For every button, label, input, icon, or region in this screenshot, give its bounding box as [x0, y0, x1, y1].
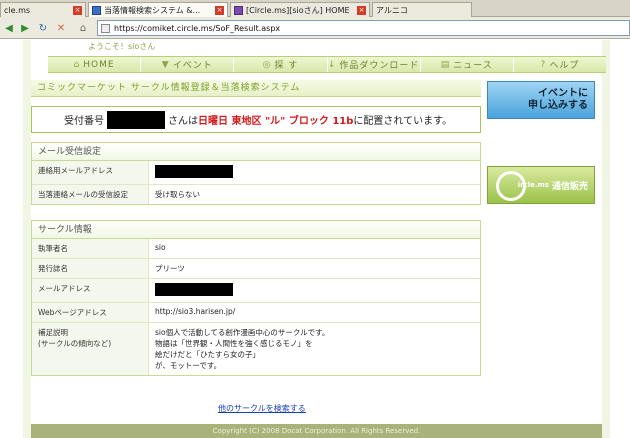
- redacted-block: [155, 283, 233, 296]
- tab-label: [Circle.ms][sioさん] HOME: [246, 5, 350, 15]
- nav-item-help[interactable]: ? ヘルプ: [514, 57, 606, 72]
- reload-icon[interactable]: ↻: [36, 21, 50, 35]
- table-row: Webページアドレス http://sio3.harisen.jp/: [32, 303, 480, 323]
- search-other-circles-link[interactable]: 他のサークルを検索する: [218, 403, 306, 414]
- table-row: 連絡用メールアドレス: [32, 161, 480, 185]
- address-bar[interactable]: https://comiket.circle.ms/SoF_Result.asp…: [97, 20, 630, 36]
- browser-tab-2[interactable]: [Circle.ms][sioさん] HOME ×: [230, 2, 370, 17]
- close-icon[interactable]: ×: [215, 5, 224, 15]
- result-mid: さんは: [168, 116, 198, 127]
- result-suffix: に配置されています。: [353, 116, 453, 127]
- nav-label: ニュース: [453, 61, 493, 71]
- row-label: 補足説明 (サークルの傾向など): [32, 323, 149, 375]
- help-icon: ?: [540, 59, 547, 70]
- event-apply-banner[interactable]: イベントに 申し込みする: [487, 81, 595, 119]
- table-row: 執筆者名 sio: [32, 239, 480, 259]
- mail-order-banner[interactable]: ircle.ms 通信販売: [487, 166, 595, 204]
- browser-tab-0[interactable]: cle.ms ×: [0, 2, 86, 17]
- row-value: sio個人で活動してる創作漫画中心のサークルです。 物語は「世界観・人間性を強く…: [155, 328, 330, 370]
- row-value: http://sio3.harisen.jp/: [155, 307, 236, 316]
- table-row: 補足説明 (サークルの傾向など) sio個人で活動してる創作漫画中心のサークルで…: [32, 323, 480, 375]
- url-text: https://comiket.circle.ms/SoF_Result.asp…: [114, 23, 281, 33]
- nav-item-home[interactable]: ⌂ HOME: [48, 57, 142, 72]
- site-nav: ⌂ HOME ▼ イベント ◎ 探 す ↓ 作品ダウンロード ▤ ニュース ? …: [48, 56, 606, 73]
- redacted-block: [107, 110, 165, 129]
- row-label: 当落連絡メールの受信設定: [32, 185, 149, 204]
- row-label: 連絡用メールアドレス: [32, 161, 149, 184]
- nav-item-download[interactable]: ↓ 作品ダウンロード: [328, 57, 421, 72]
- footer: Copyright (C) 2008 Docat Corporation. Al…: [31, 424, 602, 438]
- stop-icon[interactable]: ✕: [54, 21, 68, 35]
- section-title: サークル情報: [32, 221, 480, 239]
- close-icon[interactable]: ×: [73, 5, 82, 15]
- search-icon: ◎: [262, 59, 272, 70]
- row-label: Webページアドレス: [32, 303, 149, 322]
- mail-settings-section: メール受信設定 連絡用メールアドレス 当落連絡メールの受信設定 受け取らない: [31, 142, 481, 205]
- download-icon: ↓: [327, 59, 337, 70]
- banner-label: 通信販売: [551, 181, 588, 192]
- page: ようこそ！sioさん ⌂ HOME ▼ イベント ◎ 探 す ↓ 作品ダウンロー…: [0, 40, 630, 438]
- row-value: 受け取らない: [155, 190, 200, 199]
- row-label: メールアドレス: [32, 279, 149, 302]
- redacted-block: [155, 165, 233, 178]
- lock-icon: [101, 23, 110, 33]
- placement-location: 日曜日 東地区 "ル" ブロック 11b: [198, 116, 354, 127]
- browser-tab-strip: cle.ms × 当落情報検索システム &... × [Circle.ms][s…: [0, 0, 630, 17]
- page-gutter-left: [23, 40, 31, 438]
- welcome-text: ようこそ！sioさん: [88, 42, 156, 51]
- tab-label: cle.ms: [4, 5, 31, 15]
- tab-label: アルニコ: [376, 5, 408, 15]
- browser-tab-3[interactable]: アルニコ: [372, 2, 472, 17]
- page-title: コミックマーケット サークル情報登録＆当落検索システム: [31, 80, 481, 97]
- row-value: sio: [155, 243, 166, 252]
- page-icon: [92, 5, 101, 15]
- row-value: プリーツ: [155, 264, 185, 273]
- section-title: メール受信設定: [32, 143, 480, 161]
- nav-item-event[interactable]: ▼ イベント: [141, 57, 235, 72]
- page-icon: [234, 5, 243, 15]
- page-gutter-right: [602, 40, 610, 438]
- nav-label: ヘルプ: [549, 61, 580, 71]
- event-icon: ▼: [161, 59, 170, 70]
- back-icon[interactable]: ◀: [2, 21, 16, 35]
- table-row: 当落連絡メールの受信設定 受け取らない: [32, 185, 480, 204]
- row-value: [149, 279, 480, 302]
- result-prefix: 受付番号: [64, 116, 104, 127]
- home-icon: ⌂: [73, 59, 81, 70]
- nav-label: 作品ダウンロード: [339, 61, 420, 71]
- nav-item-news[interactable]: ▤ ニュース: [421, 57, 514, 72]
- browser-toolbar: ◀ ▶ ↻ ✕ ⌂ https://comiket.circle.ms/SoF_…: [0, 17, 630, 39]
- banner-line: イベントに: [538, 88, 588, 99]
- news-icon: ▤: [440, 59, 451, 70]
- banner-line: 申し込みする: [528, 100, 588, 111]
- row-value: [149, 161, 480, 184]
- browser-tab-1[interactable]: 当落情報検索システム &... ×: [88, 2, 228, 17]
- home-icon[interactable]: ⌂: [76, 21, 90, 35]
- circle-info-section: サークル情報 執筆者名 sio 発行誌名 プリーツ メールアドレス Webページ…: [31, 220, 481, 376]
- forward-icon[interactable]: ▶: [18, 21, 32, 35]
- close-icon[interactable]: ×: [357, 5, 366, 15]
- table-row: メールアドレス: [32, 279, 480, 303]
- nav-item-search[interactable]: ◎ 探 す: [234, 57, 328, 72]
- table-row: 発行誌名 プリーツ: [32, 259, 480, 279]
- circle-logo-icon: [496, 171, 526, 201]
- row-label: 発行誌名: [32, 259, 149, 278]
- nav-label: イベント: [172, 61, 213, 71]
- nav-label: 探 す: [274, 61, 299, 71]
- nav-label: HOME: [83, 59, 115, 70]
- row-label: 執筆者名: [32, 239, 149, 258]
- placement-result: 受付番号 さんは 日曜日 東地区 "ル" ブロック 11b に配置されています。: [31, 106, 481, 133]
- tab-label: 当落情報検索システム &...: [104, 5, 201, 15]
